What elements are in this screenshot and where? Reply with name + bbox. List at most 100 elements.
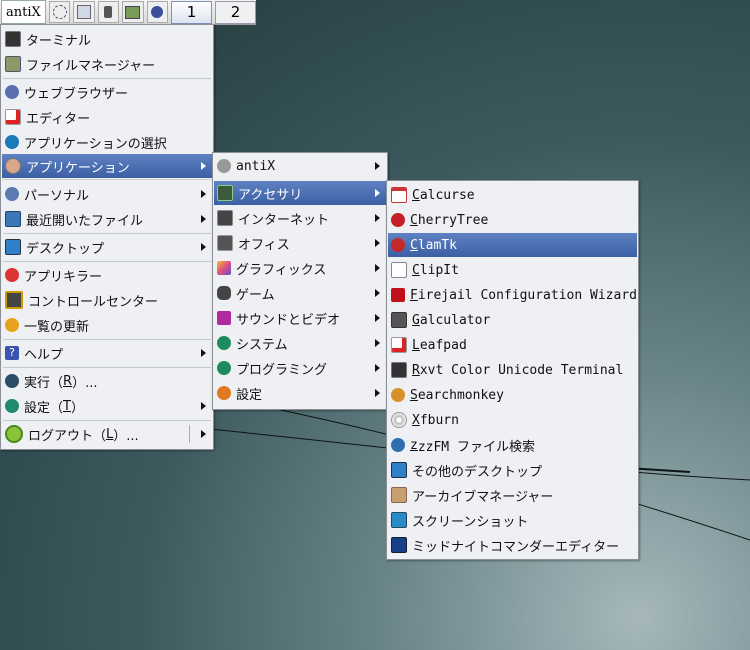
fullscreen-icon[interactable]: [48, 1, 71, 23]
menu-item-leafpad[interactable]: Leafpad: [388, 333, 637, 357]
logout-icon: [5, 425, 23, 443]
submenu-arrow-icon: [375, 289, 380, 297]
programming-icon: [217, 361, 231, 375]
menu-item-games[interactable]: ゲーム: [214, 281, 386, 305]
submenu-arrow-icon: [201, 190, 206, 198]
submenu-arrow-icon: [375, 239, 380, 247]
menu-item-mc-editor[interactable]: ミッドナイトコマンダーエディター: [388, 533, 637, 557]
submenu-arrow-icon: [201, 430, 206, 438]
workspace-2[interactable]: 2: [215, 0, 256, 24]
separator: [3, 420, 211, 421]
menu-item-xfburn[interactable]: Xfburn: [388, 408, 637, 432]
menu-item-accessories[interactable]: アクセサリ: [214, 181, 386, 205]
sound-video-icon: [217, 311, 231, 325]
menu-item-editor[interactable]: エディター: [2, 105, 212, 129]
menu-item-sound-video[interactable]: サウンドとビデオ: [214, 306, 386, 330]
start-menu-button[interactable]: antiX: [1, 0, 46, 24]
menu-item-programming[interactable]: プログラミング: [214, 356, 386, 380]
terminal-icon: [5, 31, 21, 47]
menu-item-cherrytree[interactable]: CherryTree: [388, 208, 637, 232]
menu-item-settings[interactable]: 設定（ T）: [2, 394, 212, 418]
clamtk-icon: [391, 238, 405, 252]
zzzfm-search-icon: [391, 438, 405, 452]
menu-item-terminal[interactable]: ターミナル: [2, 27, 212, 51]
menu-item-office[interactable]: オフィス: [214, 231, 386, 255]
workspace-1[interactable]: 1: [171, 0, 213, 24]
menu-item-firejail[interactable]: Firejail Configuration Wizard: [388, 283, 637, 307]
file-manager-launcher-icon[interactable]: [122, 1, 144, 23]
submenu-arrow-icon: [375, 264, 380, 272]
menu-item-clipit[interactable]: ClipIt: [388, 258, 637, 282]
separator: [3, 78, 211, 79]
menu-item-web-browser[interactable]: ウェブブラウザー: [2, 80, 212, 104]
separator: [3, 261, 211, 262]
menu-item-system[interactable]: システム: [214, 331, 386, 355]
menu-item-graphics[interactable]: グラフィックス: [214, 256, 386, 280]
menu-item-logout[interactable]: ログアウト（ L）...: [2, 422, 212, 446]
lock-icon[interactable]: [97, 1, 120, 23]
menu-item-desktop[interactable]: デスクトップ: [2, 235, 212, 259]
calculator-icon: [391, 312, 407, 328]
file-manager-icon: [5, 56, 21, 72]
menu-item-zzzfm-search[interactable]: z zzFM ファイル検索: [388, 433, 637, 457]
menu-item-control-center[interactable]: コントロールセンター: [2, 288, 212, 312]
settings-icon: [217, 386, 231, 400]
system-icon: [217, 336, 231, 350]
menu-item-app-killer[interactable]: アプリキラー: [2, 263, 212, 287]
menu-item-internet[interactable]: インターネット: [214, 206, 386, 230]
submenu-arrow-icon: [201, 215, 206, 223]
games-icon: [217, 286, 231, 300]
applications-submenu: antiX アクセサリ インターネット オフィス グラフィックス ゲーム サウン…: [212, 152, 388, 410]
leafpad-icon: [391, 337, 407, 353]
menu-item-app-select[interactable]: アプリケーションの選択: [2, 130, 212, 154]
menu-item-personal[interactable]: パーソナル: [2, 182, 212, 206]
menu-item-archive-manager[interactable]: アーカイブマネージャー: [388, 483, 637, 507]
submenu-arrow-icon: [201, 243, 206, 251]
accessories-icon: [217, 185, 233, 201]
submenu-arrow-icon: [375, 339, 380, 347]
graphics-icon: [217, 261, 231, 275]
menu-item-screenshot[interactable]: スクリーンショット: [388, 508, 637, 532]
submenu-arrow-icon: [375, 162, 380, 170]
menu-item-galculator[interactable]: Galculator: [388, 308, 637, 332]
submenu-arrow-icon: [375, 214, 380, 222]
separator: [3, 339, 211, 340]
web-browser-icon: [5, 85, 19, 99]
submenu-arrow-icon: [201, 402, 206, 410]
separator: [189, 425, 190, 443]
desktop-icon: [391, 462, 407, 478]
menu-item-other-desktops[interactable]: その他のデスクトップ: [388, 458, 637, 482]
menu-item-file-manager[interactable]: ファイルマネージャー: [2, 52, 212, 76]
clipboard-icon: [391, 262, 407, 278]
file-manager-icon[interactable]: [73, 1, 95, 23]
menu-item-clamtk[interactable]: ClamTk: [388, 233, 637, 257]
settings-icon: [5, 399, 19, 413]
accessories-submenu: Calcurse CherryTree ClamTk ClipIt Fireja…: [386, 180, 639, 560]
desktop-icon: [5, 239, 21, 255]
menu-item-antix[interactable]: antiX: [214, 154, 386, 178]
submenu-arrow-icon: [375, 189, 380, 197]
submenu-arrow-icon: [201, 349, 206, 357]
menu-item-calcurse[interactable]: Calcurse: [388, 183, 637, 207]
internet-icon: [217, 210, 233, 226]
editor-icon: [5, 109, 21, 125]
app-killer-icon: [5, 268, 19, 282]
menu-item-refresh[interactable]: 一覧の更新: [2, 313, 212, 337]
firejail-icon: [391, 288, 405, 302]
menu-item-run[interactable]: 実行（ R）...: [2, 369, 212, 393]
menu-item-recent-files[interactable]: 最近開いたファイル: [2, 207, 212, 231]
run-icon: [5, 374, 19, 388]
control-center-icon: [5, 291, 23, 309]
taskbar: antiX 1 2: [0, 0, 256, 25]
menu-item-settings[interactable]: 設定: [214, 381, 386, 405]
personal-icon: [5, 187, 19, 201]
archive-icon: [391, 487, 407, 503]
menu-item-help[interactable]: ? ヘルプ: [2, 341, 212, 365]
menu-item-searchmonkey[interactable]: Searchmonkey: [388, 383, 637, 407]
web-browser-icon[interactable]: [146, 1, 169, 23]
menu-item-applications[interactable]: アプリケーション: [2, 154, 212, 178]
menu-item-rxvt[interactable]: Rxvt Color Unicode Terminal: [388, 358, 637, 382]
submenu-arrow-icon: [375, 314, 380, 322]
calendar-icon: [391, 187, 407, 203]
disc-icon: [391, 412, 407, 428]
